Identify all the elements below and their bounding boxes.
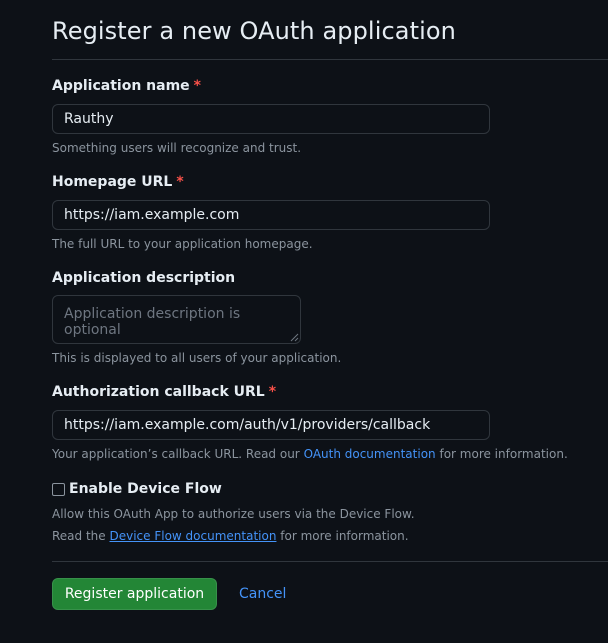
page-title: Register a new OAuth application (52, 17, 456, 45)
device-flow-checkbox[interactable] (52, 482, 65, 496)
description-textarea[interactable] (52, 295, 301, 344)
app-name-label-text: Application name (52, 78, 190, 94)
device-flow-docs-hint: Read the Device Flow documentation for m… (52, 529, 409, 543)
register-application-button[interactable]: Register application (52, 578, 217, 610)
callback-hint-suffix: for more information. (439, 447, 568, 461)
callback-url-label: Authorization callback URL * (52, 384, 276, 400)
callback-url-hint: Your application’s callback URL. Read ou… (52, 447, 568, 461)
device-flow-label[interactable]: Enable Device Flow (69, 481, 222, 497)
device-flow-row: Enable Device Flow (52, 481, 222, 497)
app-name-hint: Something users will recognize and trust… (52, 141, 302, 155)
description-label: Application description (52, 270, 236, 286)
callback-url-input[interactable] (52, 410, 490, 440)
device-flow-hint: Allow this OAuth App to authorize users … (52, 507, 415, 521)
cancel-link[interactable]: Cancel (239, 586, 286, 602)
homepage-url-hint: The full URL to your application homepag… (52, 237, 313, 251)
callback-url-label-text: Authorization callback URL (52, 384, 265, 400)
callback-hint-text: Your application’s callback URL. Read ou… (52, 447, 300, 461)
device-flow-docs-suffix: for more information. (280, 529, 409, 543)
device-flow-documentation-link[interactable]: Device Flow documentation (110, 529, 277, 543)
required-marker: * (268, 384, 277, 400)
homepage-url-input[interactable] (52, 200, 490, 230)
actions-divider (52, 561, 608, 562)
oauth-documentation-link[interactable]: OAuth documentation (304, 447, 436, 461)
resize-grip-icon[interactable] (290, 333, 299, 342)
app-name-input[interactable] (52, 104, 490, 134)
homepage-url-label-text: Homepage URL (52, 174, 173, 190)
required-marker: * (176, 174, 184, 190)
description-hint: This is displayed to all users of your a… (52, 351, 342, 365)
required-marker: * (193, 78, 201, 94)
app-name-label: Application name * (52, 78, 201, 94)
homepage-url-label: Homepage URL * (52, 174, 184, 190)
title-divider (52, 59, 608, 60)
register-oauth-app-page: Register a new OAuth application Applica… (0, 0, 608, 643)
device-flow-docs-prefix: Read the (52, 529, 106, 543)
